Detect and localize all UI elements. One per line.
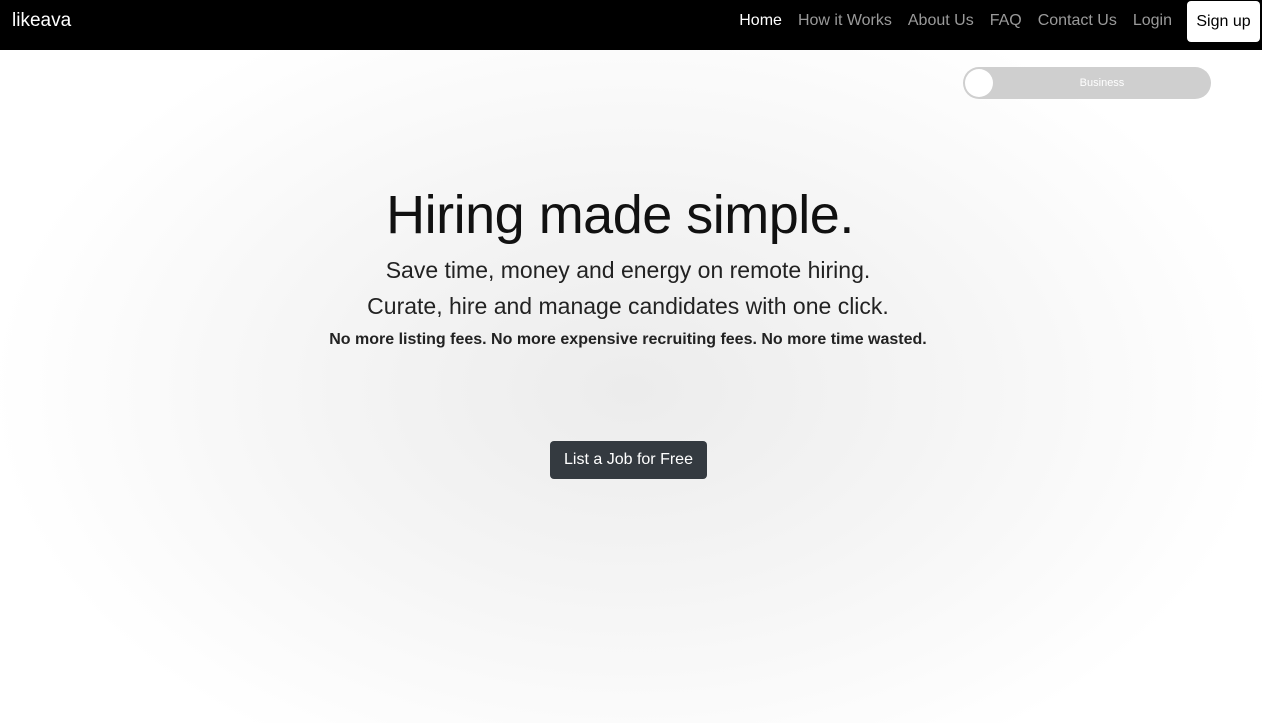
nav-link-how-it-works[interactable]: How it Works	[790, 0, 900, 42]
signup-button[interactable]: Sign up	[1187, 1, 1260, 42]
business-toggle[interactable]: Business	[963, 67, 1211, 99]
nav-link-about-us[interactable]: About Us	[900, 0, 982, 42]
nav-link-home[interactable]: Home	[731, 0, 790, 42]
toggle-knob[interactable]	[965, 69, 993, 97]
hero-title: Hiring made simple.	[386, 185, 854, 245]
list-job-button[interactable]: List a Job for Free	[550, 441, 707, 479]
toggle-label: Business	[1079, 77, 1125, 89]
hero-tagline: No more listing fees. No more expensive …	[329, 331, 927, 348]
brand-logo[interactable]: likeava	[12, 0, 71, 42]
hero-subtitle-1: Save time, money and energy on remote hi…	[385, 257, 871, 283]
hero-subtitle-2: Curate, hire and manage candidates with …	[367, 293, 889, 319]
nav-link-contact-us[interactable]: Contact Us	[1030, 0, 1125, 42]
top-navbar: likeava Home How it Works About Us FAQ C…	[0, 0, 1262, 50]
nav-links: Home How it Works About Us FAQ Contact U…	[731, 0, 1180, 42]
nav-link-login[interactable]: Login	[1125, 0, 1180, 42]
nav-link-faq[interactable]: FAQ	[982, 0, 1030, 42]
